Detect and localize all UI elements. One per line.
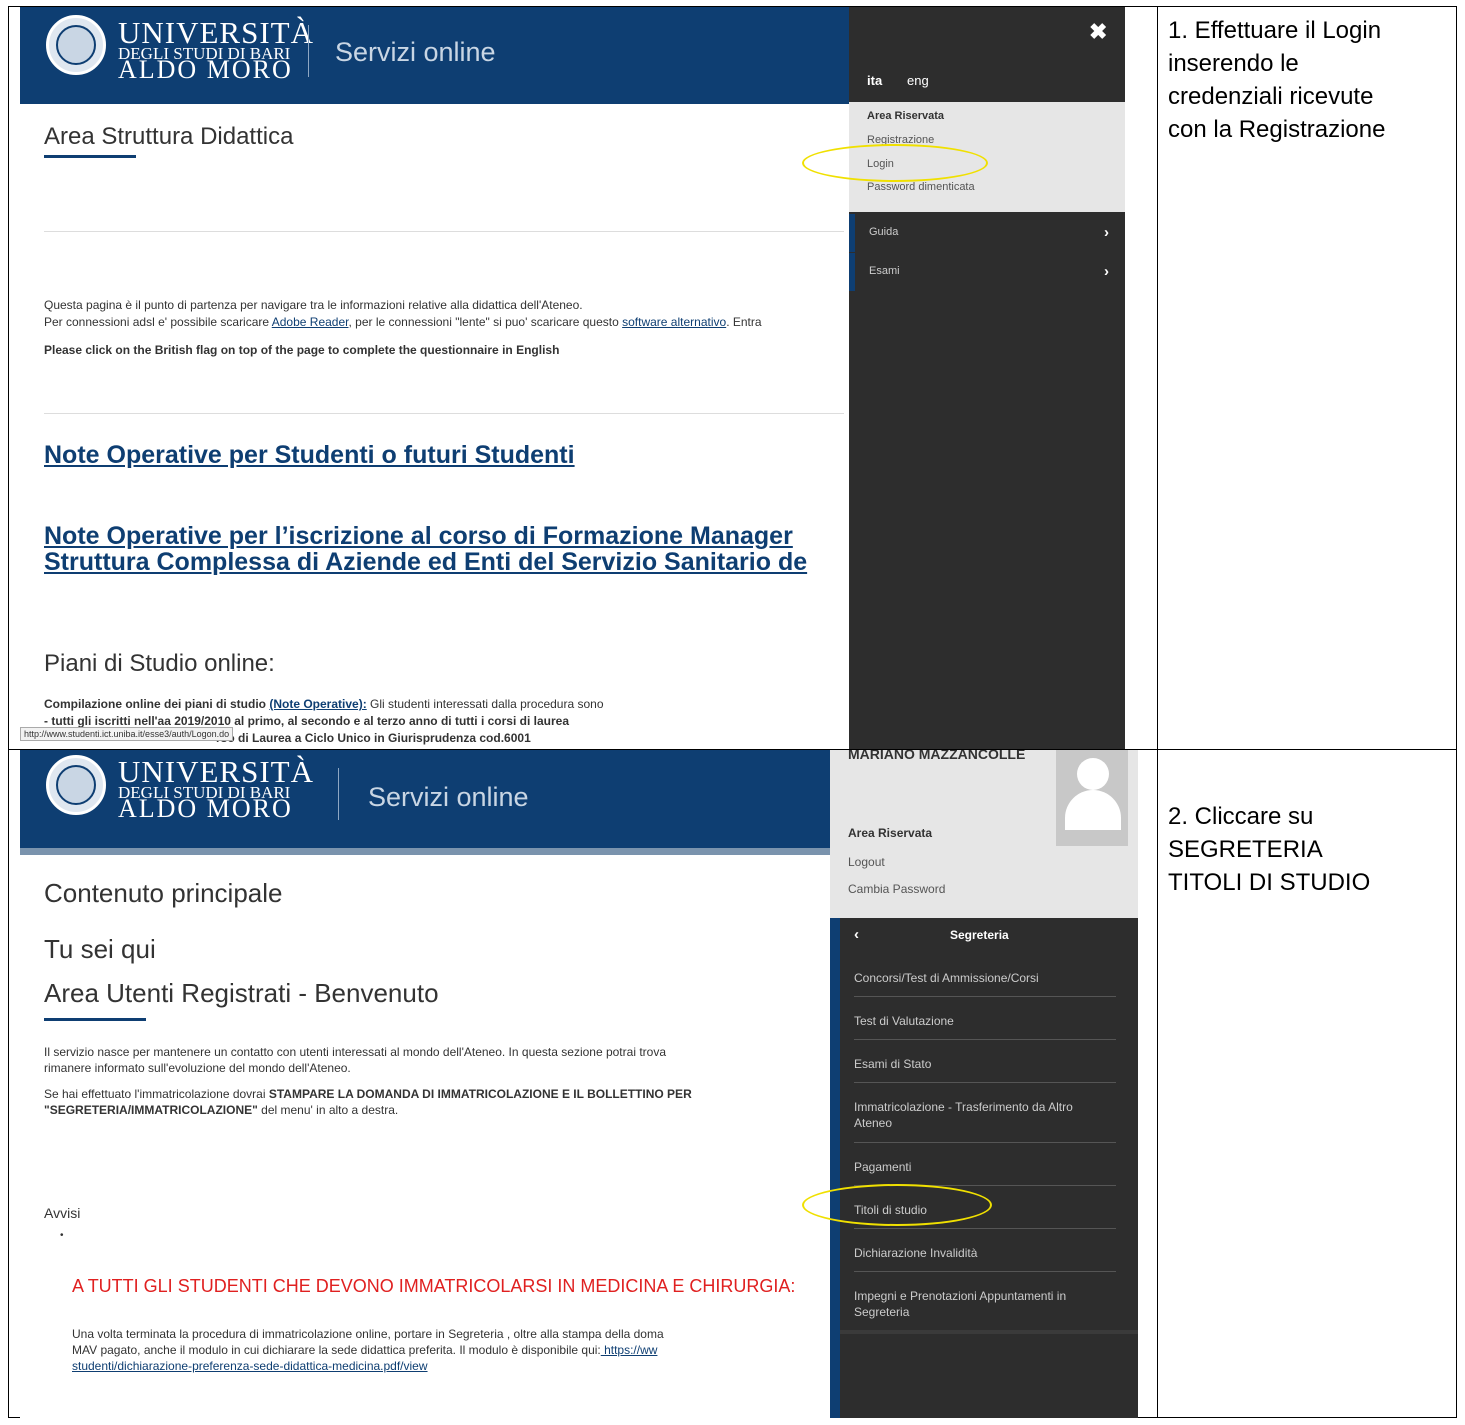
alternative-software-link[interactable]: software alternativo [622, 315, 726, 329]
menu-item-guide[interactable]: Guida › [849, 214, 1125, 252]
header-stripe [20, 848, 834, 855]
title-underline [44, 1018, 146, 1021]
notice-body-3: studenti/dichiarazione-preferenza-sede-d… [72, 1359, 428, 1373]
menu-item-disability-declaration[interactable]: Dichiarazione Invalidità [840, 1245, 1138, 1261]
menu-item-label: Guida [869, 226, 899, 238]
step1-instruction: 1. Effettuare il Login inserendo le cred… [1168, 14, 1385, 146]
logout-link[interactable]: Logout [848, 855, 885, 869]
page-title: Area Utenti Registrati - Benvenuto [44, 978, 439, 1008]
main-content-heading: Contenuto principale [44, 878, 283, 908]
instruction-line: 1. Effettuare il Login [1168, 17, 1382, 44]
instruction-line: credenziali ricevute [1168, 83, 1374, 110]
study-plans-title: Piani di Studio online: [44, 650, 275, 677]
close-icon[interactable]: ✖ [1089, 19, 1107, 45]
page-title: Area Struttura Didattica [44, 123, 294, 150]
reserved-area-title: Area Riservata [848, 826, 933, 840]
intro-text-2: rimanere informato sull'evoluzione del m… [44, 1061, 351, 1075]
service-title: Servizi online [368, 782, 529, 812]
notice-body-2: MAV pagato, anche il modulo in cui dichi… [72, 1343, 658, 1357]
side-menu: MARIANO MAZZANCOLLE Area Riservata Logou… [830, 750, 1138, 1418]
lang-eng[interactable]: eng [907, 73, 929, 88]
menu-item-admission-tests[interactable]: Concorsi/Test di Ammissione/Corsi [840, 970, 1138, 986]
change-password-link[interactable]: Cambia Password [848, 882, 945, 896]
module-link-2[interactable]: studenti/dichiarazione-preferenza-sede-d… [72, 1359, 428, 1373]
status-bar-url: http://www.studenti.ict.uniba.it/esse3/a… [20, 727, 234, 741]
british-flag-note: Please click on the British flag on top … [44, 343, 560, 357]
chevron-right-icon: › [1104, 263, 1109, 280]
menu-divider [840, 1330, 1138, 1334]
back-chevron-icon[interactable]: ‹ [854, 926, 859, 943]
divider [44, 413, 844, 414]
manager-course-notes-link[interactable]: Note Operative per l’iscrizione al corso… [44, 523, 793, 549]
university-name-line1: UNIVERSITÀ [118, 754, 314, 789]
avatar [1056, 750, 1128, 846]
study-plans-eligibility: - tutti gli iscritti nell'aa 2019/2010 a… [44, 714, 569, 728]
adobe-reader-link[interactable]: Adobe Reader [272, 315, 349, 329]
medicine-notice-heading: A TUTTI GLI STUDENTI CHE DEVONO IMMATRIC… [72, 1276, 796, 1296]
title-underline [44, 155, 136, 158]
enrollment-note: Se hai effettuato l'immatricolazione dov… [44, 1087, 692, 1101]
menu-item-exams[interactable]: Esami › [849, 253, 1125, 291]
notices-heading: Avvisi [44, 1205, 81, 1221]
instruction-line: SEGRETERIA [1168, 836, 1323, 863]
user-name: MARIANO MAZZANCOLLE [848, 750, 1026, 762]
bullet: • [60, 1230, 64, 1241]
university-seal-logo [46, 15, 106, 75]
chevron-right-icon: › [1104, 224, 1109, 241]
intro-text: Questa pagina è il punto di partenza per… [44, 298, 583, 312]
step2-screenshot: UNIVERSITÀ DEGLI STUDI DI BARI ALDO MORO… [20, 750, 1138, 1418]
menu-divider [854, 1039, 1116, 1040]
manager-course-notes-link-line2[interactable]: Struttura Complessa di Aziende ed Enti d… [44, 549, 807, 575]
intro-text: Il servizio nasce per mantenere un conta… [44, 1045, 666, 1059]
site-header: UNIVERSITÀ DEGLI STUDI DI BARI ALDO MORO… [20, 750, 834, 848]
university-name-line1: UNIVERSITÀ [118, 15, 314, 50]
segreteria-section-header: ‹ Segreteria [840, 918, 1138, 954]
table-column-divider [1157, 6, 1158, 1418]
service-title: Servizi online [335, 37, 496, 67]
intro-text-downloads: Per connessioni adsl e' possibile scaric… [44, 315, 762, 329]
menu-divider [854, 1082, 1116, 1083]
menu-accent-bar [830, 918, 840, 1418]
menu-item-appointments[interactable]: Impegni e Prenotazioni Appuntamenti in S… [840, 1288, 1100, 1320]
breadcrumb-heading: Tu sei qui [44, 934, 156, 964]
university-seal-logo [46, 755, 106, 815]
step1-screenshot: UNIVERSITÀ DEGLI STUDI DI BARI ALDO MORO… [20, 7, 1138, 749]
menu-divider [854, 1271, 1116, 1272]
university-name-line3: ALDO MORO [118, 794, 293, 823]
section-title: Segreteria [950, 928, 1009, 942]
site-header: UNIVERSITÀ DEGLI STUDI DI BARI ALDO MORO… [20, 7, 850, 104]
titles-highlight-circle [802, 1184, 992, 1226]
university-name-line3: ALDO MORO [118, 55, 293, 84]
menu-divider [854, 1142, 1116, 1143]
menu-divider [854, 1228, 1116, 1229]
menu-item-evaluation-test[interactable]: Test di Valutazione [840, 1013, 1138, 1029]
module-link[interactable]: https://ww [601, 1343, 657, 1357]
study-plans-text: Compilazione online dei piani di studio … [44, 697, 604, 711]
user-block: MARIANO MAZZANCOLLE Area Riservata Logou… [830, 750, 1138, 918]
menu-item-enrollment-transfer[interactable]: Immatricolazione - Trasferimento da Altr… [840, 1099, 1100, 1131]
lang-ita[interactable]: ita [867, 73, 882, 88]
menu-item-payments[interactable]: Pagamenti [840, 1159, 1138, 1175]
instruction-line: inserendo le [1168, 50, 1299, 77]
divider [44, 231, 844, 232]
instruction-line: con la Registrazione [1168, 116, 1386, 143]
study-plans-notes-link[interactable]: (Note Operative): [269, 697, 366, 711]
enrollment-note-2: "SEGRETERIA/IMMATRICOLAZIONE" del menu' … [44, 1103, 399, 1117]
header-divider [308, 25, 309, 77]
study-plans-eligibility-2: rso di Laurea a Ciclo Unico in Giurispru… [216, 731, 531, 745]
step2-instruction: 2. Cliccare su SEGRETERIA TITOLI DI STUD… [1168, 800, 1370, 899]
reserved-area-title: Area Riservata [867, 110, 945, 122]
menu-item-state-exams[interactable]: Esami di Stato [840, 1056, 1138, 1072]
side-menu: ✖ ita eng Area Riservata Registrazione L… [849, 7, 1125, 749]
notice-body: Una volta terminata la procedura di imma… [72, 1327, 664, 1341]
instruction-line: 2. Cliccare su [1168, 803, 1314, 830]
menu-top: ✖ ita eng [849, 7, 1125, 102]
menu-item-label: Esami [869, 265, 900, 277]
forgot-password-link[interactable]: Password dimenticata [867, 181, 975, 193]
login-highlight-circle [802, 144, 988, 182]
student-notes-link[interactable]: Note Operative per Studenti o futuri Stu… [44, 442, 575, 468]
menu-divider [854, 996, 1116, 997]
header-divider [338, 768, 339, 820]
instruction-line: TITOLI DI STUDIO [1168, 869, 1371, 896]
